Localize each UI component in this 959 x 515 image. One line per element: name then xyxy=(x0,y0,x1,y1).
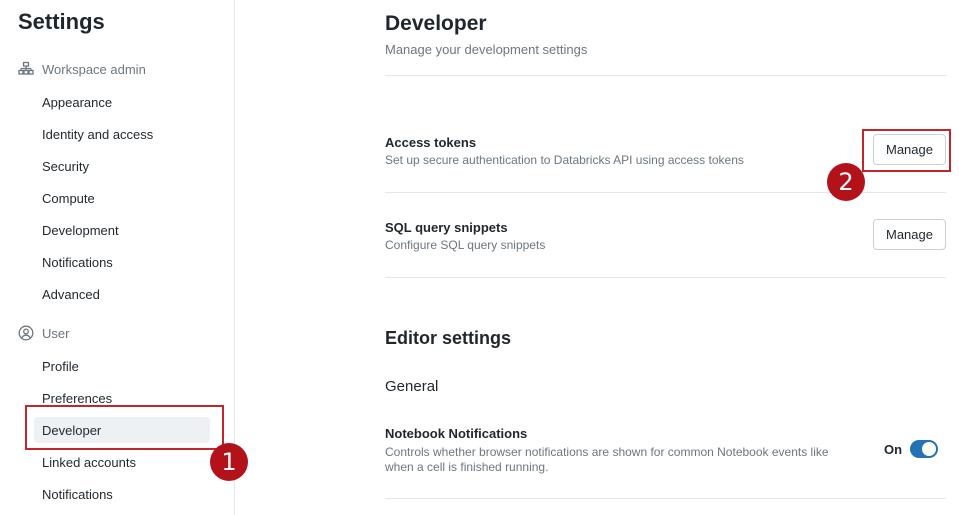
group-label-user: User xyxy=(42,325,70,341)
notebook-notifications-description-line1: Controls whether browser notifications a… xyxy=(385,445,829,459)
notebook-notifications-toggle-label: On xyxy=(884,442,903,457)
sidebar-item-advanced[interactable]: Advanced xyxy=(34,281,210,307)
sidebar-item-preferences[interactable]: Preferences xyxy=(34,385,210,411)
editor-settings-title: Editor settings xyxy=(385,328,512,348)
sidebar-item-profile[interactable]: Profile xyxy=(34,353,210,379)
notebook-notifications-divider xyxy=(385,498,946,499)
sidebar-item-identity-and-access[interactable]: Identity and access xyxy=(34,121,210,147)
access-tokens-title: Access tokens xyxy=(385,135,477,150)
org-chart-icon xyxy=(18,61,34,77)
sql-snippets-manage-button[interactable]: Manage xyxy=(873,219,946,250)
sidebar-title: Settings xyxy=(18,9,105,34)
sql-snippets-title: SQL query snippets xyxy=(385,220,508,235)
group-header-user: User xyxy=(18,325,69,341)
sidebar-item-security[interactable]: Security xyxy=(34,153,210,179)
developer-settings-panel: Developer Manage your development settin… xyxy=(385,0,946,515)
page-subtitle: Manage your development settings xyxy=(385,42,588,57)
sql-snippets-divider xyxy=(385,277,946,278)
settings-sidebar: Settings Workspace admin Appearance Iden… xyxy=(0,0,235,515)
sidebar-item-compute[interactable]: Compute xyxy=(34,185,210,211)
annotation-step-1-badge: 1 xyxy=(210,443,248,481)
user-circle-icon xyxy=(18,325,34,341)
general-subsection-title: General xyxy=(385,378,439,395)
toggle-knob xyxy=(922,442,936,456)
access-tokens-description: Set up secure authentication to Databric… xyxy=(385,153,744,167)
notebook-notifications-title: Notebook Notifications xyxy=(385,426,528,441)
group-label-workspace-admin: Workspace admin xyxy=(42,61,146,77)
group-header-workspace-admin: Workspace admin xyxy=(18,61,146,77)
header-divider xyxy=(385,75,946,76)
sidebar-item-development[interactable]: Development xyxy=(34,217,210,243)
notebook-notifications-toggle[interactable] xyxy=(910,440,938,458)
sql-snippets-description: Configure SQL query snippets xyxy=(385,238,546,252)
sidebar-item-notifications-user[interactable]: Notifications xyxy=(34,481,210,507)
sidebar-item-notifications-admin[interactable]: Notifications xyxy=(34,249,210,275)
page-title: Developer xyxy=(385,12,487,35)
notebook-notifications-description-line2: when a cell is finished running. xyxy=(385,460,549,474)
sidebar-item-appearance[interactable]: Appearance xyxy=(34,89,210,115)
sidebar-item-linked-accounts[interactable]: Linked accounts xyxy=(34,449,210,475)
sidebar-item-developer[interactable]: Developer xyxy=(34,417,210,443)
access-tokens-manage-button[interactable]: Manage xyxy=(873,134,946,165)
annotation-step-2-badge: 2 xyxy=(827,163,865,201)
